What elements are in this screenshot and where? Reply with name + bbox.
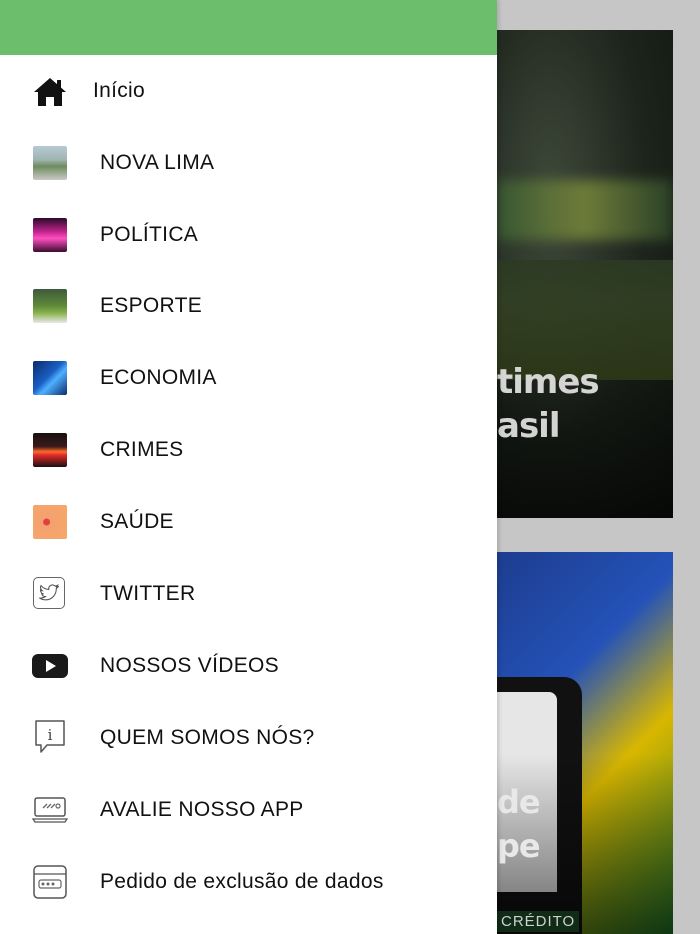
menu-item-nossos-videos[interactable]: NOSSOS VÍDEOS (0, 637, 497, 695)
photo-credit: CRÉDITO (497, 911, 580, 932)
stadium-blur (497, 180, 673, 240)
menu-item-label: CRIMES (100, 438, 184, 461)
menu-item-twitter[interactable]: TWITTER (0, 565, 497, 623)
menu-item-label: POLÍTICA (100, 223, 199, 246)
menu-item-avalie-app[interactable]: AVALIE NOSSO APP (0, 781, 497, 839)
saude-thumbnail (33, 505, 67, 539)
headline-line-2: asil (497, 406, 560, 446)
menu-item-label: NOSSOS VÍDEOS (100, 654, 279, 677)
rate-app-icon (31, 795, 69, 830)
navigation-drawer: Início NOVA LIMA POLÍTICA ESPORTE ECONOM… (0, 0, 497, 934)
news-card-2[interactable]: de pe CRÉDITO (497, 552, 673, 934)
crimes-thumbnail (33, 433, 67, 467)
menu-item-nova-lima[interactable]: NOVA LIMA (0, 134, 497, 192)
menu-item-exclusao-dados[interactable]: Pedido de exclusão de dados (0, 853, 497, 911)
politica-thumbnail (33, 218, 67, 252)
news-card-2-headline: de pe (497, 780, 673, 868)
twitter-icon (33, 577, 65, 609)
headline-line-2: pe (497, 827, 541, 865)
headline-line-1: de (497, 783, 541, 821)
svg-text:i: i (48, 726, 53, 744)
menu-item-label: Pedido de exclusão de dados (100, 870, 384, 893)
menu-item-inicio[interactable]: Início (0, 62, 497, 120)
data-deletion-icon (32, 863, 68, 906)
menu-item-label: NOVA LIMA (100, 151, 215, 174)
menu-item-label: Início (93, 79, 145, 102)
menu-item-esporte[interactable]: ESPORTE (0, 277, 497, 335)
menu-item-label: QUEM SOMOS NÓS? (100, 726, 315, 749)
menu-item-saude[interactable]: SAÚDE (0, 493, 497, 551)
menu-item-quem-somos[interactable]: i QUEM SOMOS NÓS? (0, 709, 497, 767)
news-card-1[interactable]: times asil (497, 30, 673, 518)
menu-item-label: ESPORTE (100, 294, 203, 317)
home-icon (33, 76, 67, 113)
youtube-icon (32, 654, 68, 683)
menu-item-label: ECONOMIA (100, 366, 217, 389)
menu-item-label: TWITTER (100, 582, 196, 605)
menu-item-politica[interactable]: POLÍTICA (0, 206, 497, 264)
drawer-header (0, 0, 497, 55)
info-icon: i (33, 719, 67, 762)
menu-item-label: AVALIE NOSSO APP (100, 798, 304, 821)
menu-item-crimes[interactable]: CRIMES (0, 421, 497, 479)
headline-line-1: times (497, 362, 600, 402)
economia-thumbnail (33, 361, 67, 395)
esporte-thumbnail (33, 289, 67, 323)
nova-lima-thumbnail (33, 146, 67, 180)
menu-item-economia[interactable]: ECONOMIA (0, 349, 497, 407)
menu-item-label: SAÚDE (100, 510, 174, 533)
news-card-1-headline: times asil (497, 360, 673, 448)
